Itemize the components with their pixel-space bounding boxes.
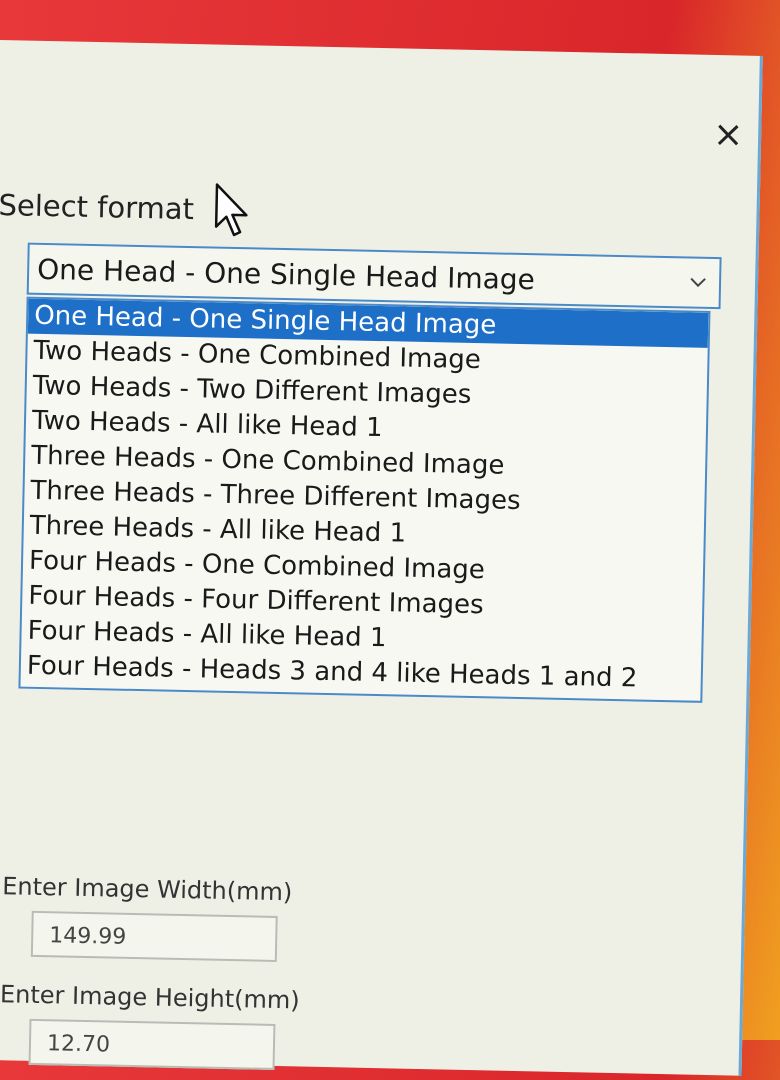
- image-height-value: 12.70: [46, 1031, 111, 1058]
- select-format-label: Select format: [0, 188, 195, 227]
- image-width-label: Enter Image Width(mm): [1, 872, 293, 907]
- mouse-cursor-icon: [214, 183, 248, 237]
- format-dialog: × Select format One Head - One Single He…: [0, 40, 763, 1076]
- image-width-value: 149.99: [48, 923, 127, 950]
- image-width-input[interactable]: 149.99: [30, 910, 278, 962]
- close-button[interactable]: ×: [706, 113, 751, 158]
- image-height-label: Enter Image Height(mm): [0, 980, 300, 1015]
- format-options-list: One Head - One Single Head Image Two Hea…: [18, 296, 711, 703]
- close-icon: ×: [712, 113, 744, 156]
- chevron-down-icon: [687, 270, 709, 292]
- image-height-input[interactable]: 12.70: [28, 1018, 276, 1070]
- format-select-value: One Head - One Single Head Image: [36, 252, 536, 297]
